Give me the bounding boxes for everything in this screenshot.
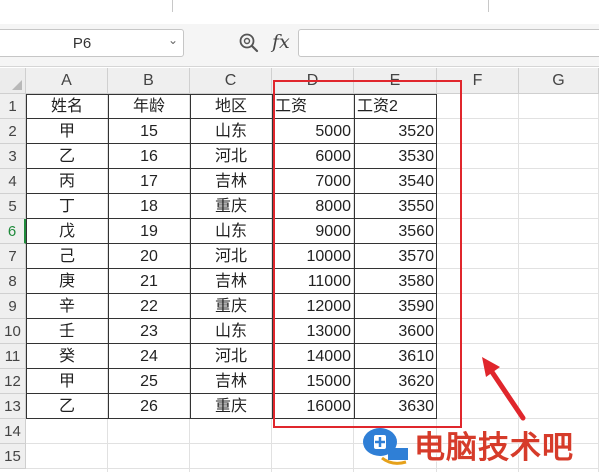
row-header-10[interactable]: 10 xyxy=(0,319,26,344)
table-cell[interactable]: 22 xyxy=(108,294,190,319)
row-header-14[interactable]: 14 xyxy=(0,419,26,444)
row-header-1[interactable]: 1 xyxy=(0,94,26,119)
table-cell[interactable]: 重庆 xyxy=(190,194,272,219)
gridline-horizontal xyxy=(26,468,599,469)
row-header-4[interactable]: 4 xyxy=(0,169,26,194)
table-cell[interactable]: 乙 xyxy=(26,144,108,169)
table-cell[interactable]: 20 xyxy=(108,244,190,269)
table-cell[interactable]: 辛 xyxy=(26,294,108,319)
table-cell[interactable]: 庚 xyxy=(26,269,108,294)
table-cell[interactable]: 21 xyxy=(108,269,190,294)
formula-input[interactable] xyxy=(298,29,599,57)
table-cell[interactable]: 乙 xyxy=(26,394,108,419)
table-cell[interactable]: 山东 xyxy=(190,119,272,144)
row-header-13[interactable]: 13 xyxy=(0,394,26,419)
table-cell[interactable]: 15 xyxy=(108,119,190,144)
row-header-15[interactable]: 15 xyxy=(0,444,26,469)
watermark-logo-icon xyxy=(363,428,408,465)
table-cell[interactable]: 17 xyxy=(108,169,190,194)
header-cell[interactable]: 姓名 xyxy=(26,94,108,119)
row-header-2[interactable]: 2 xyxy=(0,119,26,144)
row-header-11[interactable]: 11 xyxy=(0,344,26,369)
table-cell[interactable]: 26 xyxy=(108,394,190,419)
table-cell[interactable]: 壬 xyxy=(26,319,108,344)
column-header-g[interactable]: G xyxy=(519,68,599,94)
top-strip-segment xyxy=(172,0,489,12)
table-cell[interactable]: 山东 xyxy=(190,219,272,244)
highlight-rectangle xyxy=(273,80,462,428)
header-cell[interactable]: 地区 xyxy=(190,94,272,119)
table-cell[interactable]: 丙 xyxy=(26,169,108,194)
table-cell[interactable]: 重庆 xyxy=(190,394,272,419)
header-cell[interactable]: 年龄 xyxy=(108,94,190,119)
table-cell[interactable]: 吉林 xyxy=(190,269,272,294)
table-cell[interactable]: 己 xyxy=(26,244,108,269)
select-all-corner[interactable] xyxy=(0,68,26,94)
column-header-c[interactable]: C xyxy=(190,68,272,94)
table-cell[interactable]: 18 xyxy=(108,194,190,219)
table-cell[interactable]: 河北 xyxy=(190,244,272,269)
table-cell[interactable]: 癸 xyxy=(26,344,108,369)
table-cell[interactable]: 吉林 xyxy=(190,369,272,394)
table-cell[interactable]: 24 xyxy=(108,344,190,369)
table-cell[interactable]: 重庆 xyxy=(190,294,272,319)
function-icon[interactable]: fx xyxy=(272,31,290,53)
row-header-8[interactable]: 8 xyxy=(0,269,26,294)
zoom-icon[interactable] xyxy=(237,31,261,60)
column-header-a[interactable]: A xyxy=(26,68,108,94)
table-cell[interactable]: 戊 xyxy=(26,219,108,244)
table-cell[interactable]: 丁 xyxy=(26,194,108,219)
top-strip xyxy=(0,0,599,25)
column-header-b[interactable]: B xyxy=(108,68,190,94)
row-header-12[interactable]: 12 xyxy=(0,369,26,394)
watermark: 电脑技术吧 xyxy=(358,422,599,468)
row-header-7[interactable]: 7 xyxy=(0,244,26,269)
table-cell[interactable]: 23 xyxy=(108,319,190,344)
row-header-6[interactable]: 6 xyxy=(0,219,26,244)
row-header-5[interactable]: 5 xyxy=(0,194,26,219)
table-cell[interactable]: 山东 xyxy=(190,319,272,344)
table-cell[interactable]: 河北 xyxy=(190,144,272,169)
table-cell[interactable]: 19 xyxy=(108,219,190,244)
table-cell[interactable]: 甲 xyxy=(26,369,108,394)
table-cell[interactable]: 16 xyxy=(108,144,190,169)
table-cell[interactable]: 25 xyxy=(108,369,190,394)
table-cell[interactable]: 甲 xyxy=(26,119,108,144)
watermark-text: 电脑技术吧 xyxy=(414,430,574,466)
name-box[interactable]: P6 ⌄ xyxy=(0,29,184,57)
table-cell[interactable]: 吉林 xyxy=(190,169,272,194)
name-box-value: P6 xyxy=(72,35,92,52)
table-cell[interactable]: 河北 xyxy=(190,344,272,369)
row-header-9[interactable]: 9 xyxy=(0,294,26,319)
row-header-3[interactable]: 3 xyxy=(0,144,26,169)
top-strip-segment xyxy=(0,0,173,12)
chevron-down-icon[interactable]: ⌄ xyxy=(168,33,178,47)
formula-bar: P6 ⌄ fx xyxy=(0,24,599,67)
